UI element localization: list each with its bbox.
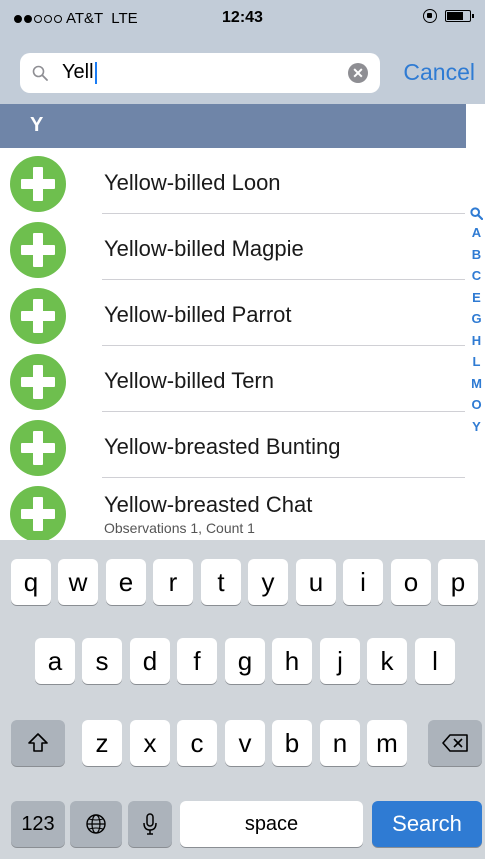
clock: 12:43 xyxy=(222,9,263,26)
key-l[interactable]: l xyxy=(415,638,455,684)
globe-key[interactable] xyxy=(70,801,122,847)
search-input[interactable]: Yell xyxy=(62,61,97,84)
cancel-button[interactable]: Cancel xyxy=(403,59,475,86)
space-key[interactable]: space xyxy=(180,801,363,847)
backspace-icon xyxy=(442,734,468,752)
search-field[interactable]: Yell ✕ xyxy=(20,53,380,93)
index-letter-b[interactable]: B xyxy=(472,244,481,266)
key-r[interactable]: r xyxy=(153,559,193,605)
key-e[interactable]: e xyxy=(106,559,146,605)
list-item[interactable]: Yellow-billed Magpie xyxy=(0,214,485,280)
key-u[interactable]: u xyxy=(296,559,336,605)
key-f[interactable]: f xyxy=(177,638,217,684)
key-c[interactable]: c xyxy=(177,720,217,766)
key-g[interactable]: g xyxy=(225,638,265,684)
search-key[interactable]: Search xyxy=(372,801,482,847)
shift-icon xyxy=(28,733,48,752)
globe-icon xyxy=(86,814,106,834)
species-name: Yellow-billed Magpie xyxy=(104,236,304,261)
key-w[interactable]: w xyxy=(58,559,98,605)
key-s[interactable]: s xyxy=(82,638,122,684)
index-letter-g[interactable]: G xyxy=(471,308,481,330)
key-i[interactable]: i xyxy=(343,559,383,605)
shift-key[interactable] xyxy=(11,720,65,766)
key-z[interactable]: z xyxy=(82,720,122,766)
index-search-icon[interactable] xyxy=(470,207,483,220)
add-icon[interactable] xyxy=(10,156,66,212)
index-letter-a[interactable]: A xyxy=(472,222,481,244)
species-name: Yellow-breasted Chat xyxy=(104,492,313,517)
add-icon[interactable] xyxy=(10,486,66,540)
key-p[interactable]: p xyxy=(438,559,478,605)
key-o[interactable]: o xyxy=(391,559,431,605)
observation-summary: Observations 1, Count 1 xyxy=(104,520,255,536)
section-index[interactable]: A B C E G H L M O Y xyxy=(468,205,485,437)
key-v[interactable]: v xyxy=(225,720,265,766)
species-name: Yellow-billed Loon xyxy=(104,170,281,195)
key-a[interactable]: a xyxy=(35,638,75,684)
add-icon[interactable] xyxy=(10,420,66,476)
index-letter-c[interactable]: C xyxy=(472,265,481,287)
index-letter-e[interactable]: E xyxy=(472,287,481,309)
index-letter-l[interactable]: L xyxy=(473,351,481,373)
key-h[interactable]: h xyxy=(272,638,312,684)
species-name: Yellow-billed Parrot xyxy=(104,302,292,327)
clear-icon[interactable]: ✕ xyxy=(348,63,368,83)
key-x[interactable]: x xyxy=(130,720,170,766)
section-letter: Y xyxy=(30,114,44,136)
species-list: Yellow-billed Loon Yellow-billed Magpie … xyxy=(0,148,485,540)
rotation-lock-icon xyxy=(423,9,437,23)
list-item[interactable]: Yellow-billed Loon xyxy=(0,148,485,214)
battery-icon xyxy=(445,10,474,22)
list-item[interactable]: Yellow-billed Tern xyxy=(0,346,485,412)
index-letter-o[interactable]: O xyxy=(471,394,481,416)
key-q[interactable]: q xyxy=(11,559,51,605)
add-icon[interactable] xyxy=(10,354,66,410)
key-b[interactable]: b xyxy=(272,720,312,766)
index-letter-m[interactable]: M xyxy=(471,373,482,395)
key-j[interactable]: j xyxy=(320,638,360,684)
key-y[interactable]: y xyxy=(248,559,288,605)
delete-key[interactable] xyxy=(428,720,482,766)
key-t[interactable]: t xyxy=(201,559,241,605)
microphone-icon xyxy=(143,813,157,835)
key-d[interactable]: d xyxy=(130,638,170,684)
key-m[interactable]: m xyxy=(367,720,407,766)
list-item[interactable]: Yellow-breasted Chat Observations 1, Cou… xyxy=(0,478,485,540)
species-name: Yellow-breasted Bunting xyxy=(104,434,341,459)
numbers-key[interactable]: 123 xyxy=(11,801,65,847)
index-letter-h[interactable]: H xyxy=(472,330,481,352)
add-icon[interactable] xyxy=(10,288,66,344)
search-bar: Yell ✕ Cancel xyxy=(0,40,485,104)
text-cursor xyxy=(94,61,97,84)
list-item[interactable]: Yellow-breasted Bunting xyxy=(0,412,485,478)
status-bar: AT&T LTE 12:43 xyxy=(0,0,485,40)
key-k[interactable]: k xyxy=(367,638,407,684)
search-icon xyxy=(32,65,48,81)
list-item[interactable]: Yellow-billed Parrot xyxy=(0,280,485,346)
add-icon[interactable] xyxy=(10,222,66,278)
index-letter-y[interactable]: Y xyxy=(472,416,481,438)
keyboard: q w e r t y u i o p a s d f g h j k l z … xyxy=(0,540,485,859)
species-name: Yellow-billed Tern xyxy=(104,368,274,393)
dictation-key[interactable] xyxy=(128,801,172,847)
section-header: Y xyxy=(0,104,466,148)
key-n[interactable]: n xyxy=(320,720,360,766)
